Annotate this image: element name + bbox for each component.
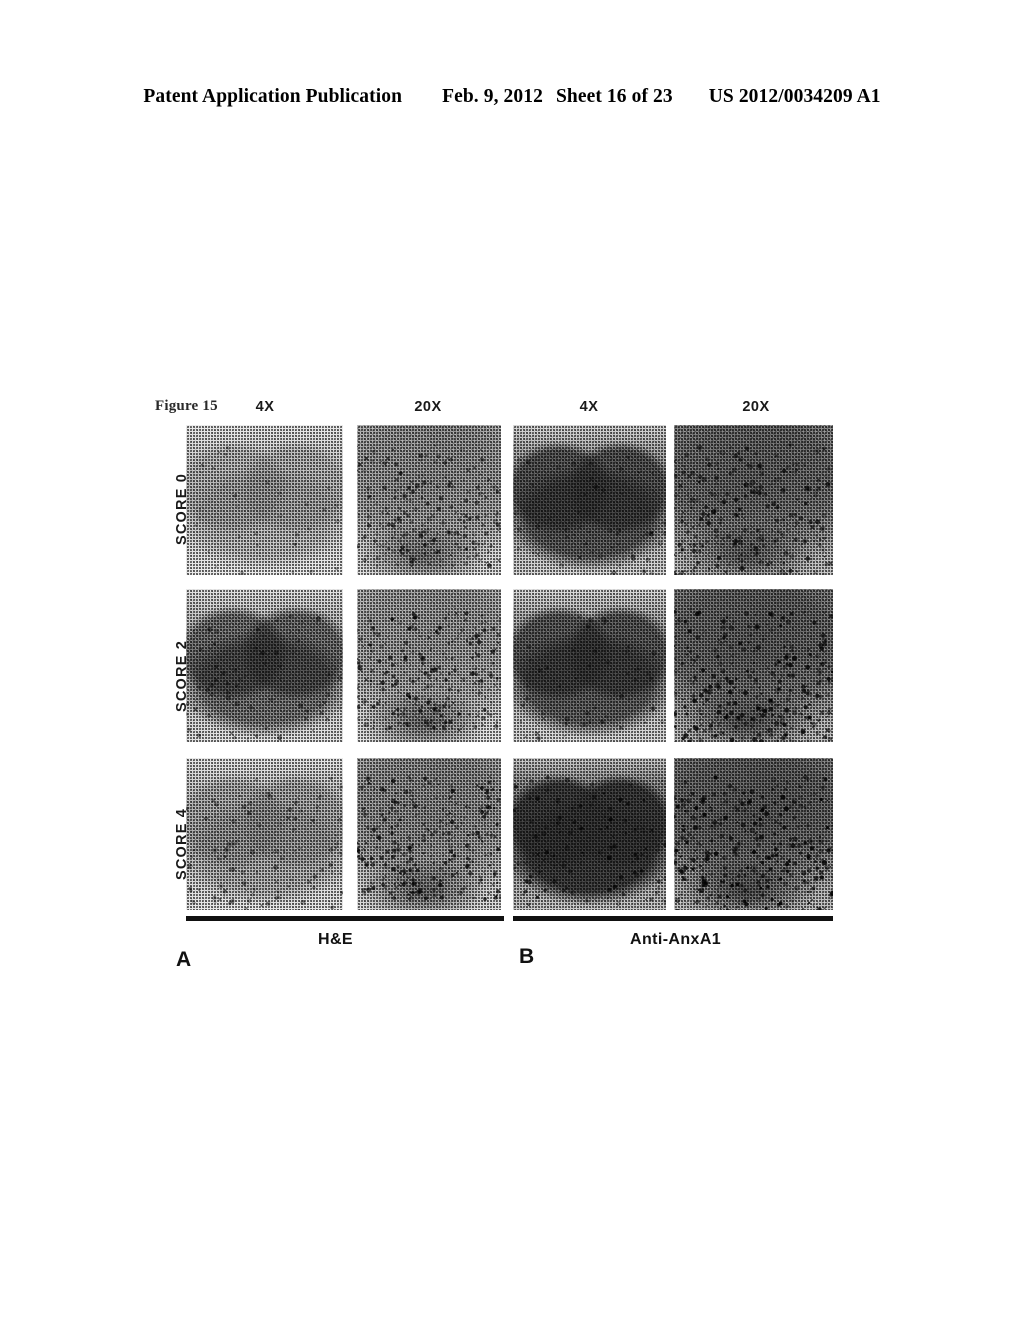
panel-score0-20x-he — [357, 425, 501, 575]
halftone-screen-secondary — [674, 589, 833, 742]
group-b-underbar — [513, 916, 833, 921]
panel-score4-20x-he — [357, 758, 501, 910]
figure-15: Figure 15 4X 20X 4X 20X SCORE 0 SCORE 2 … — [0, 0, 1024, 1320]
panel-score4-4x-anxa1 — [513, 758, 666, 910]
group-b-caption: Anti-AnxA1 — [630, 931, 722, 948]
panel-score2-20x-he — [357, 589, 501, 742]
halftone-screen-secondary — [357, 758, 501, 910]
panel-score4-4x-he — [186, 758, 343, 910]
column-header-20x-anxa1: 20X — [742, 399, 770, 415]
halftone-screen-secondary — [513, 425, 666, 575]
group-a-letter: A — [176, 948, 192, 971]
halftone-screen-secondary — [674, 425, 833, 575]
halftone-screen-secondary — [357, 589, 501, 742]
panel-score2-20x-anxa1 — [674, 589, 833, 742]
column-header-20x-he: 20X — [414, 399, 442, 415]
halftone-screen-secondary — [513, 589, 666, 742]
halftone-screen-secondary — [674, 758, 833, 910]
column-header-4x-he: 4X — [255, 399, 275, 415]
panel-score4-20x-anxa1 — [674, 758, 833, 910]
figure-label: Figure 15 — [155, 398, 218, 414]
halftone-screen-secondary — [186, 758, 343, 910]
column-header-4x-anxa1: 4X — [579, 399, 599, 415]
halftone-screen-secondary — [186, 589, 343, 742]
halftone-screen-secondary — [513, 758, 666, 910]
halftone-screen-secondary — [357, 425, 501, 575]
group-a-underbar — [186, 916, 504, 921]
panel-score2-4x-he — [186, 589, 343, 742]
panel-score0-20x-anxa1 — [674, 425, 833, 575]
halftone-screen-secondary — [186, 425, 343, 575]
group-b-letter: B — [519, 945, 535, 968]
panel-score0-4x-anxa1 — [513, 425, 666, 575]
group-a-caption: H&E — [318, 931, 353, 948]
panel-score0-4x-he — [186, 425, 343, 575]
panel-score2-4x-anxa1 — [513, 589, 666, 742]
